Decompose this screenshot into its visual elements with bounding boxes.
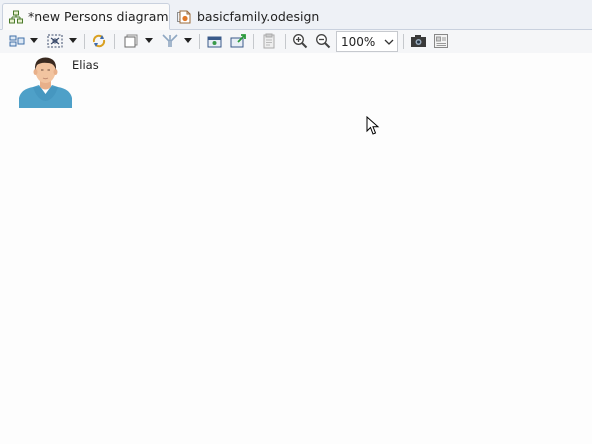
dropdown-arrow-icon [184, 38, 192, 43]
tab-new-persons-diagram[interactable]: *new Persons diagram [2, 3, 187, 30]
properties-icon [434, 34, 448, 48]
person-node-label: Elias [72, 58, 99, 72]
zoom-combo[interactable]: 100% [336, 31, 398, 52]
dropdown-arrow-icon [69, 38, 77, 43]
person-male-icon [19, 57, 72, 108]
mouse-cursor-icon [366, 116, 380, 135]
chevron-down-icon [384, 39, 394, 45]
pin-button[interactable] [229, 32, 247, 50]
pin-icon [230, 34, 246, 48]
zoom-out-button[interactable] [314, 32, 332, 50]
export-image-icon [207, 36, 222, 48]
refresh-button[interactable] [90, 32, 108, 50]
zoom-in-icon [293, 34, 308, 49]
layers-icon [124, 34, 138, 48]
dropdown-arrow-icon [145, 38, 153, 43]
person-node-elias[interactable] [19, 56, 72, 108]
editor-tab-bar: *new Persons diagram basicfamily.odesign [0, 0, 592, 30]
toolbar-separator [199, 34, 200, 49]
paste-format-button[interactable] [260, 32, 278, 50]
layers-dropdown[interactable] [145, 32, 153, 50]
arrange-all-icon [9, 35, 25, 47]
properties-button[interactable] [432, 32, 450, 50]
filters-icon [162, 34, 178, 47]
filters-dropdown[interactable] [184, 32, 192, 50]
refresh-icon [92, 34, 106, 48]
camera-icon [410, 35, 426, 47]
layers-button[interactable] [122, 32, 140, 50]
camera-button[interactable] [409, 32, 427, 50]
toolbar-separator [285, 34, 286, 49]
tab-label: *new Persons diagram [28, 9, 169, 24]
paste-format-icon [263, 33, 275, 49]
filters-button[interactable] [160, 32, 180, 50]
diagram-toolbar [0, 30, 592, 53]
dropdown-arrow-icon [30, 38, 38, 43]
diagram-icon [9, 10, 23, 23]
export-image-button[interactable] [206, 32, 224, 50]
toolbar-separator [403, 34, 404, 49]
zoom-value: 100% [341, 34, 376, 49]
arrange-all-button[interactable] [8, 32, 26, 50]
select-all-icon [47, 34, 63, 48]
toolbar-separator [114, 34, 115, 49]
odesign-file-icon [179, 10, 191, 23]
select-dropdown[interactable] [69, 32, 77, 50]
toolbar-separator [84, 34, 85, 49]
zoom-out-icon [316, 34, 331, 49]
diagram-canvas[interactable] [0, 53, 592, 444]
tab-label: basicfamily.odesign [197, 9, 320, 24]
zoom-in-button[interactable] [291, 32, 309, 50]
arrange-dropdown[interactable] [30, 32, 38, 50]
select-all-button[interactable] [45, 32, 65, 50]
toolbar-separator [253, 34, 254, 49]
tab-basicfamily-odesign[interactable]: basicfamily.odesign [172, 3, 319, 30]
